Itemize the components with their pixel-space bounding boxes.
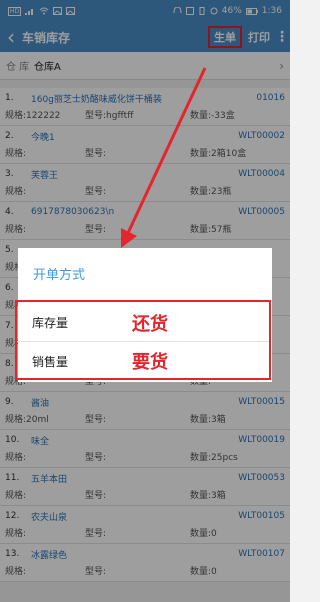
order-mode-dialog: 开单方式 库存量 还货 销售量 要货 (15, 248, 272, 382)
option-sales[interactable]: 销售量 要货 (17, 342, 269, 380)
options-highlight: 库存量 还货 销售量 要货 (15, 300, 271, 380)
annotation-request: 要货 (132, 352, 168, 373)
annotation-return: 还货 (132, 313, 168, 335)
option-label: 销售量 (32, 354, 69, 369)
option-label: 库存量 (32, 316, 69, 330)
dialog-title: 开单方式 (33, 267, 86, 283)
option-inventory[interactable]: 库存量 还货 (17, 304, 269, 342)
